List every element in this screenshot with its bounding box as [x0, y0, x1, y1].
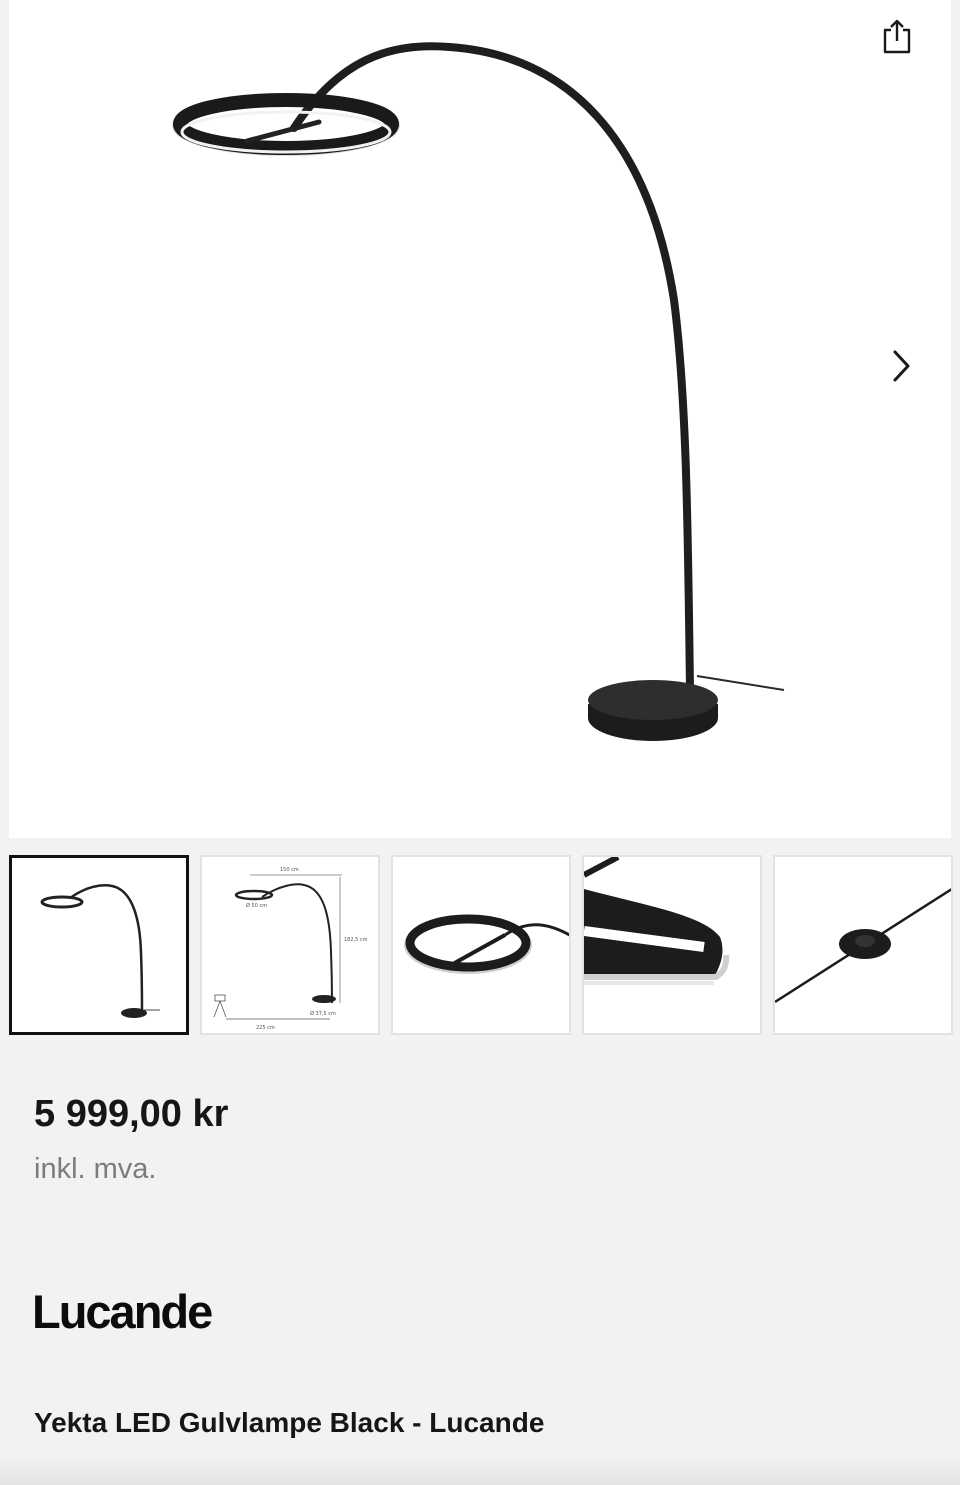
- thumbnail-cable-switch: [775, 888, 951, 1004]
- thumbnail-lamp-image: [40, 884, 160, 1018]
- share-icon: [883, 19, 911, 54]
- thumbnail-ring-detail: [584, 857, 730, 985]
- svg-text:182,5 cm: 182,5 cm: [344, 937, 368, 943]
- vat-note: inkl. mva.: [34, 1153, 157, 1185]
- thumbnail-5[interactable]: [773, 855, 953, 1035]
- thumbnail-4[interactable]: [582, 855, 762, 1035]
- share-button[interactable]: [879, 16, 915, 56]
- product-image-main[interactable]: [9, 0, 951, 838]
- thumbnail-ring-closeup: [404, 914, 569, 974]
- chevron-right-icon: [893, 350, 910, 382]
- next-image-button[interactable]: [881, 342, 921, 390]
- brand-logo[interactable]: Lucande: [32, 1284, 213, 1339]
- svg-text:Ø 37,5 cm: Ø 37,5 cm: [310, 1010, 336, 1017]
- product-price: 5 999,00 kr: [34, 1093, 229, 1135]
- svg-text:Ø 50 cm: Ø 50 cm: [246, 902, 267, 909]
- svg-text:150 cm: 150 cm: [280, 867, 299, 873]
- thumbnail-1[interactable]: [9, 855, 189, 1035]
- thumbnail-2[interactable]: 150 cm Ø 50 cm 182,5 cm Ø 37,5 cm 225 cm: [200, 855, 380, 1035]
- thumbnail-dimension-drawing: 150 cm Ø 50 cm 182,5 cm Ø 37,5 cm 225 cm: [213, 867, 368, 1031]
- floor-lamp-image: [172, 42, 785, 741]
- svg-text:225 cm: 225 cm: [256, 1025, 275, 1031]
- bottom-fade: [0, 1455, 960, 1485]
- product-page: 150 cm Ø 50 cm 182,5 cm Ø 37,5 cm 225 cm: [0, 0, 960, 1485]
- product-title: Yekta LED Gulvlampe Black - Lucande: [34, 1407, 545, 1438]
- thumbnail-3[interactable]: [391, 855, 571, 1035]
- thumbnail-strip: 150 cm Ø 50 cm 182,5 cm Ø 37,5 cm 225 cm: [9, 855, 953, 1037]
